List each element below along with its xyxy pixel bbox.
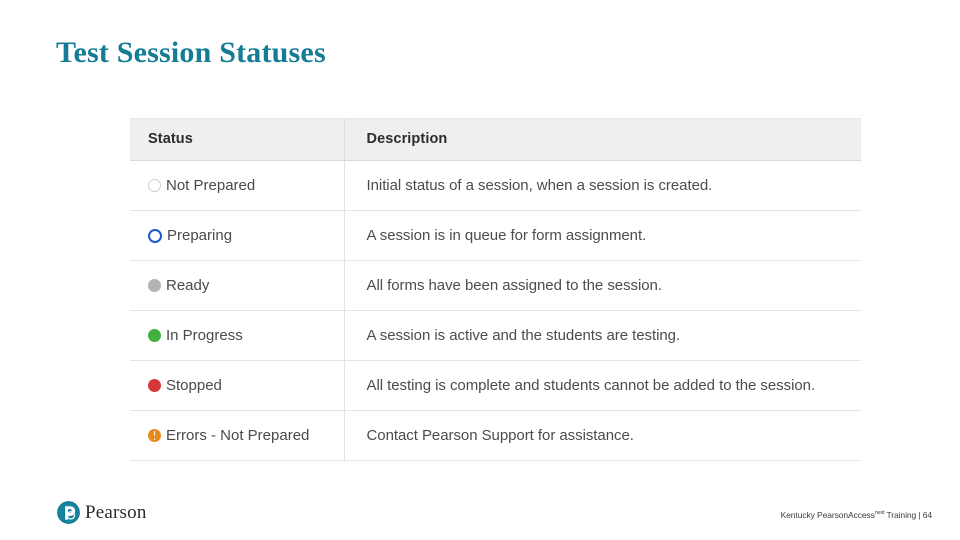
pearson-logo: Pearson: [57, 501, 147, 524]
status-cell: Not Prepared: [130, 160, 345, 211]
green-filled-circle-icon: [148, 329, 161, 342]
pearson-interlocking-p-logo: [57, 501, 80, 524]
status-cell: Ready: [130, 260, 345, 311]
page-title: Test Session Statuses: [56, 36, 326, 69]
table-row: Ready All forms have been assigned to th…: [130, 260, 861, 311]
table-row: Errors - Not Prepared Contact Pearson Su…: [130, 410, 861, 461]
status-label: Stopped: [166, 377, 222, 394]
status-table: Status Description Not Prepared Initial …: [130, 118, 861, 461]
footer-note-suffix: Training | 64: [884, 510, 933, 520]
table-row: Preparing A session is in queue for form…: [130, 210, 861, 261]
gray-filled-circle-icon: [148, 279, 161, 292]
status-label: Ready: [166, 277, 210, 294]
table-row: In Progress A session is active and the …: [130, 310, 861, 361]
orange-exclamation-circle-icon: [148, 429, 161, 442]
table-header-row: Status Description: [130, 118, 861, 161]
status-label: Errors - Not Prepared: [166, 427, 310, 444]
gray-hollow-circle-icon: [148, 179, 161, 192]
status-label: Preparing: [167, 227, 233, 244]
footer-note-prefix: Kentucky PearsonAccess: [780, 510, 875, 520]
description-cell: Contact Pearson Support for assistance.: [344, 410, 861, 461]
red-filled-circle-icon: [148, 379, 161, 392]
column-header-status: Status: [130, 118, 345, 161]
status-cell: Errors - Not Prepared: [130, 410, 345, 461]
description-cell: All testing is complete and students can…: [344, 360, 861, 411]
table-row: Not Prepared Initial status of a session…: [130, 160, 861, 211]
column-header-description: Description: [344, 118, 861, 161]
table-row: Stopped All testing is complete and stud…: [130, 360, 861, 411]
status-table-body: Not Prepared Initial status of a session…: [130, 160, 861, 461]
status-cell: Stopped: [130, 360, 345, 411]
footer-note: Kentucky PearsonAccessnext Training | 64: [781, 510, 932, 520]
description-cell: A session is in queue for form assignmen…: [344, 210, 861, 261]
description-cell: All forms have been assigned to the sess…: [344, 260, 861, 311]
blue-ring-circle-icon: [148, 228, 162, 243]
description-cell: Initial status of a session, when a sess…: [344, 160, 861, 211]
footer-note-superscript: next: [874, 510, 885, 517]
status-cell: Preparing: [130, 210, 345, 261]
status-label: Not Prepared: [166, 177, 256, 194]
pearson-wordmark: Pearson: [85, 501, 147, 523]
status-label: In Progress: [166, 327, 243, 344]
status-cell: In Progress: [130, 310, 345, 361]
description-cell: A session is active and the students are…: [344, 310, 861, 361]
